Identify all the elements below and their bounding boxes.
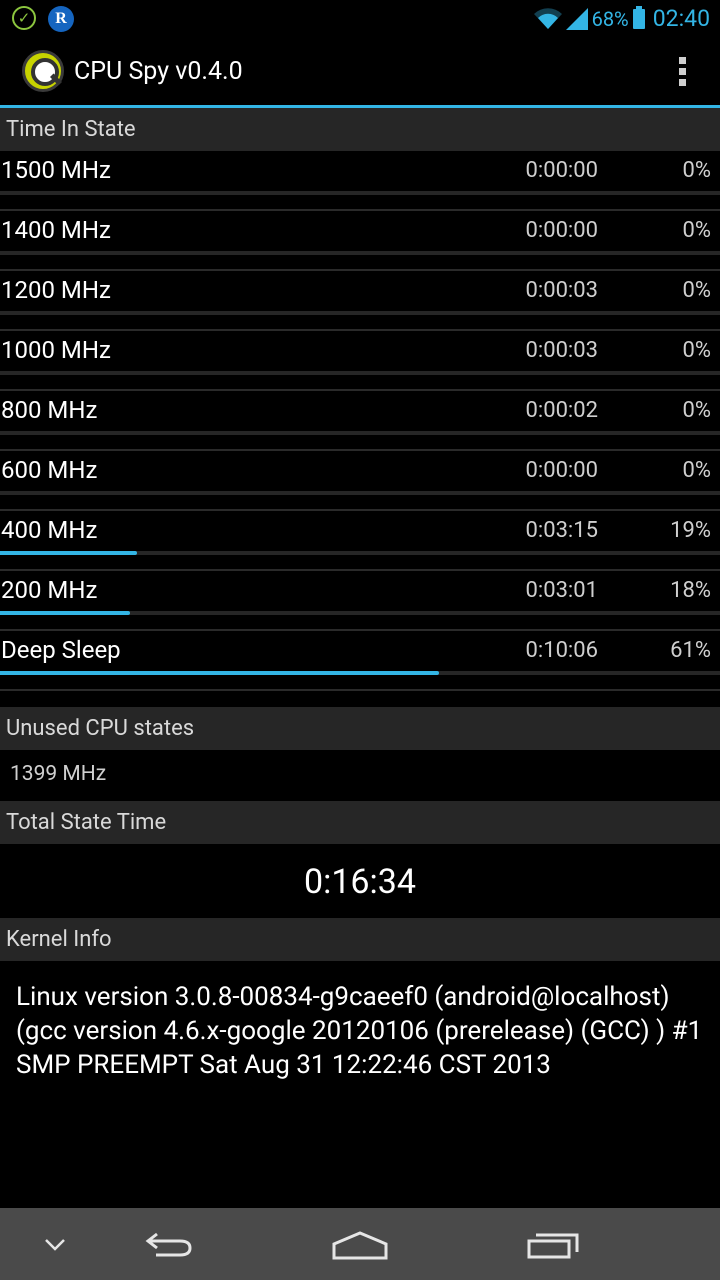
- navigation-bar: [0, 1208, 720, 1280]
- state-time: 0:03:01: [525, 578, 598, 603]
- state-percent: 0%: [682, 338, 711, 363]
- state-row: 400 MHz 0:03:15 19%: [0, 511, 720, 571]
- battery-icon: [632, 5, 645, 29]
- state-progress-bar: [0, 251, 720, 255]
- state-list: 1500 MHz 0:00:00 0% 1400 MHz 0:00:00 0% 1200 M…: [0, 151, 720, 691]
- state-frequency: 1200 MHz: [1, 276, 111, 304]
- state-time: 0:00:00: [525, 458, 598, 483]
- chevron-down-icon[interactable]: [40, 1208, 70, 1280]
- r-app-icon: R: [48, 6, 74, 32]
- state-row: 600 MHz 0:00:00 0%: [0, 451, 720, 511]
- state-progress-bar: [0, 551, 720, 555]
- state-frequency: 400 MHz: [1, 516, 98, 544]
- state-row: 1200 MHz 0:00:03 0%: [0, 271, 720, 331]
- unused-cpu-states-header: Unused CPU states: [0, 707, 720, 750]
- state-percent: 18%: [670, 578, 711, 603]
- state-progress-bar: [0, 191, 720, 195]
- state-frequency: 1400 MHz: [1, 216, 111, 244]
- state-percent: 0%: [682, 398, 711, 423]
- state-progress-fill: [0, 671, 440, 675]
- home-icon[interactable]: [330, 1208, 390, 1280]
- row-divider: [0, 689, 720, 691]
- total-state-time-value: 0:16:34: [303, 862, 416, 902]
- state-time: 0:00:00: [525, 158, 598, 183]
- time-in-state-header: Time In State: [0, 108, 720, 151]
- state-row: Deep Sleep 0:10:06 61%: [0, 631, 720, 691]
- state-row: 200 MHz 0:03:01 18%: [0, 571, 720, 631]
- check-circle-icon: ✓: [12, 6, 36, 30]
- state-frequency: 1000 MHz: [1, 336, 111, 364]
- state-percent: 0%: [682, 218, 711, 243]
- state-time: 0:00:03: [525, 278, 598, 303]
- state-row: 1400 MHz 0:00:00 0%: [0, 211, 720, 271]
- state-progress-bar: [0, 491, 720, 495]
- cpu-spy-logo-icon[interactable]: [22, 50, 64, 92]
- unused-cpu-states-value: 1399 MHz: [10, 762, 107, 786]
- kernel-info-text: Linux version 3.0.8-00834-g9caeef0 (andr…: [16, 982, 703, 1080]
- clock: 02:40: [652, 5, 710, 32]
- state-percent: 0%: [682, 458, 711, 483]
- state-frequency: 600 MHz: [1, 456, 98, 484]
- state-time: 0:00:00: [525, 218, 598, 243]
- state-frequency: 1500 MHz: [1, 156, 111, 184]
- battery-percent: 68%: [591, 6, 629, 31]
- state-progress-bar: [0, 611, 720, 615]
- state-frequency: 200 MHz: [1, 576, 98, 604]
- state-progress-bar: [0, 371, 720, 375]
- total-state-time-header: Total State Time: [0, 801, 720, 844]
- state-percent: 61%: [670, 638, 711, 663]
- kernel-info-header: Kernel Info: [0, 918, 720, 961]
- overflow-menu-icon[interactable]: [679, 57, 687, 86]
- state-percent: 19%: [670, 518, 711, 543]
- state-progress-fill: [0, 551, 137, 555]
- state-progress-bar: [0, 431, 720, 435]
- state-progress-fill: [0, 611, 130, 615]
- state-percent: 0%: [682, 158, 711, 183]
- wifi-icon: [533, 7, 562, 29]
- state-row: 1000 MHz 0:00:03 0%: [0, 331, 720, 391]
- app-title: CPU Spy v0.4.0: [74, 57, 243, 86]
- status-bar: ✓ R 68% 02:40: [0, 0, 720, 37]
- recent-apps-icon[interactable]: [524, 1208, 584, 1280]
- back-icon[interactable]: [140, 1208, 196, 1280]
- state-row: 1500 MHz 0:00:00 0%: [0, 151, 720, 211]
- state-time: 0:10:06: [525, 638, 598, 663]
- signal-icon: [565, 7, 588, 30]
- action-bar: CPU Spy v0.4.0: [0, 37, 720, 108]
- state-time: 0:03:15: [525, 518, 598, 543]
- state-progress-bar: [0, 311, 720, 315]
- state-time: 0:00:03: [525, 338, 598, 363]
- state-time: 0:00:02: [525, 398, 598, 423]
- state-frequency: 800 MHz: [1, 396, 98, 424]
- state-percent: 0%: [682, 278, 711, 303]
- state-row: 800 MHz 0:00:02 0%: [0, 391, 720, 451]
- state-frequency: Deep Sleep: [1, 636, 121, 664]
- state-progress-bar: [0, 671, 720, 675]
